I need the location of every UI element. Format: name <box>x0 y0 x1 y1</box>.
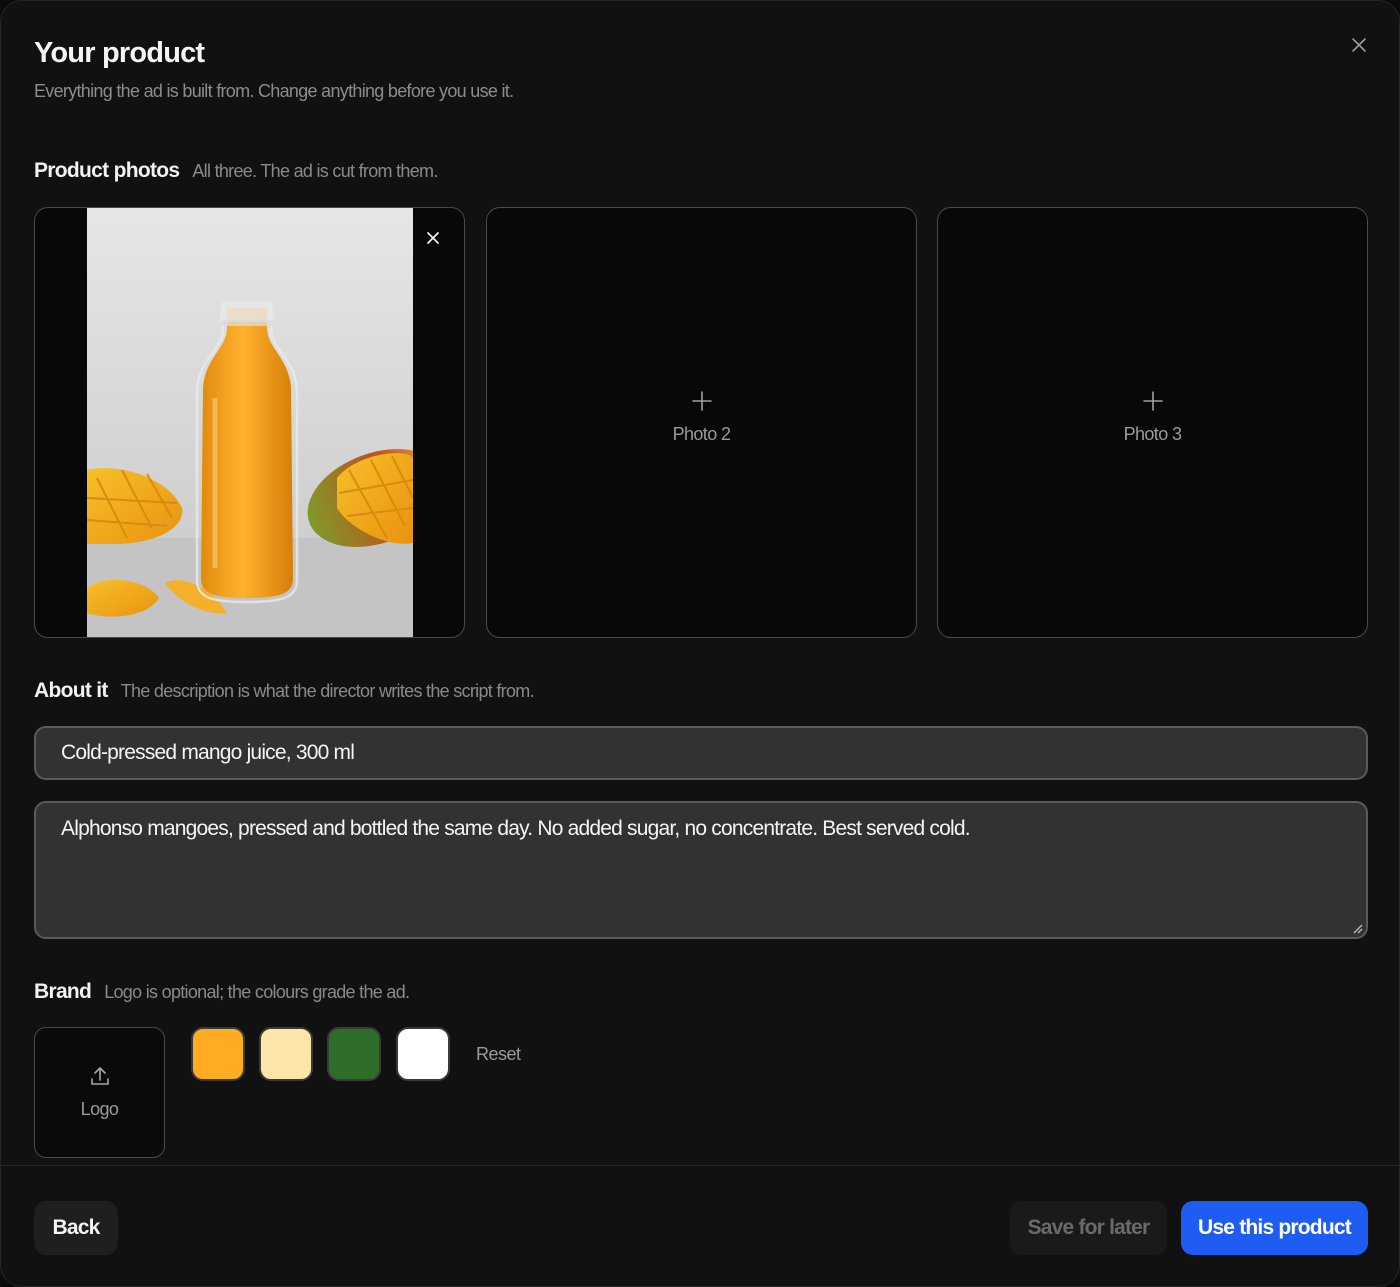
save-for-later-button[interactable]: Save for later <box>1010 1201 1167 1255</box>
close-icon <box>1352 38 1366 52</box>
about-section-header: About it The description is what the dir… <box>34 679 535 703</box>
brand-hint: Logo is optional; the colours grade the … <box>104 982 410 1002</box>
product-description-text: Alphonso mangoes, pressed and bottled th… <box>61 817 971 840</box>
photo-slot-1[interactable] <box>34 207 465 638</box>
brand-color-swatch-2[interactable] <box>259 1027 313 1081</box>
close-icon <box>427 232 439 244</box>
upload-icon <box>90 1067 109 1085</box>
brand-color-swatch-3[interactable] <box>327 1027 381 1081</box>
product-photo <box>87 208 413 637</box>
brand-heading: Brand <box>34 980 92 1003</box>
brand-section-header: Brand Logo is optional; the colours grad… <box>34 980 410 1004</box>
use-this-product-button[interactable]: Use this product <box>1181 1201 1368 1255</box>
photo-slot-2[interactable]: Photo 2 <box>486 207 917 638</box>
brand-color-swatch-1[interactable] <box>191 1027 245 1081</box>
photos-heading: Product photos <box>34 159 180 182</box>
logo-upload-button[interactable]: Logo <box>34 1027 165 1158</box>
product-description-textarea[interactable]: Alphonso mangoes, pressed and bottled th… <box>34 801 1368 939</box>
about-hint: The description is what the director wri… <box>120 681 535 701</box>
about-heading: About it <box>34 679 108 702</box>
photo-slot-3[interactable]: Photo 3 <box>937 207 1368 638</box>
product-dialog: Your product Everything the ad is built … <box>0 0 1400 1287</box>
back-button[interactable]: Back <box>34 1201 118 1255</box>
photo-slot-label: Photo 2 <box>672 424 731 444</box>
product-name-input[interactable]: Cold-pressed mango juice, 300 ml <box>34 726 1368 780</box>
close-dialog-button[interactable] <box>1345 31 1373 59</box>
dialog-title: Your product <box>34 37 205 69</box>
footer-divider <box>1 1165 1399 1166</box>
dialog-subtitle: Everything the ad is built from. Change … <box>34 81 514 101</box>
photos-section-header: Product photos All three. The ad is cut … <box>34 159 438 183</box>
logo-label: Logo <box>80 1099 119 1119</box>
plus-icon <box>691 391 712 411</box>
plus-icon <box>1142 391 1163 411</box>
photos-hint: All three. The ad is cut from them. <box>192 161 438 181</box>
photo-slot-label: Photo 3 <box>1123 424 1182 444</box>
reset-colors-button[interactable]: Reset <box>476 1044 521 1065</box>
brand-color-swatch-4[interactable] <box>396 1027 450 1081</box>
resize-handle-icon[interactable] <box>1351 922 1363 934</box>
remove-photo-button[interactable] <box>421 226 445 250</box>
